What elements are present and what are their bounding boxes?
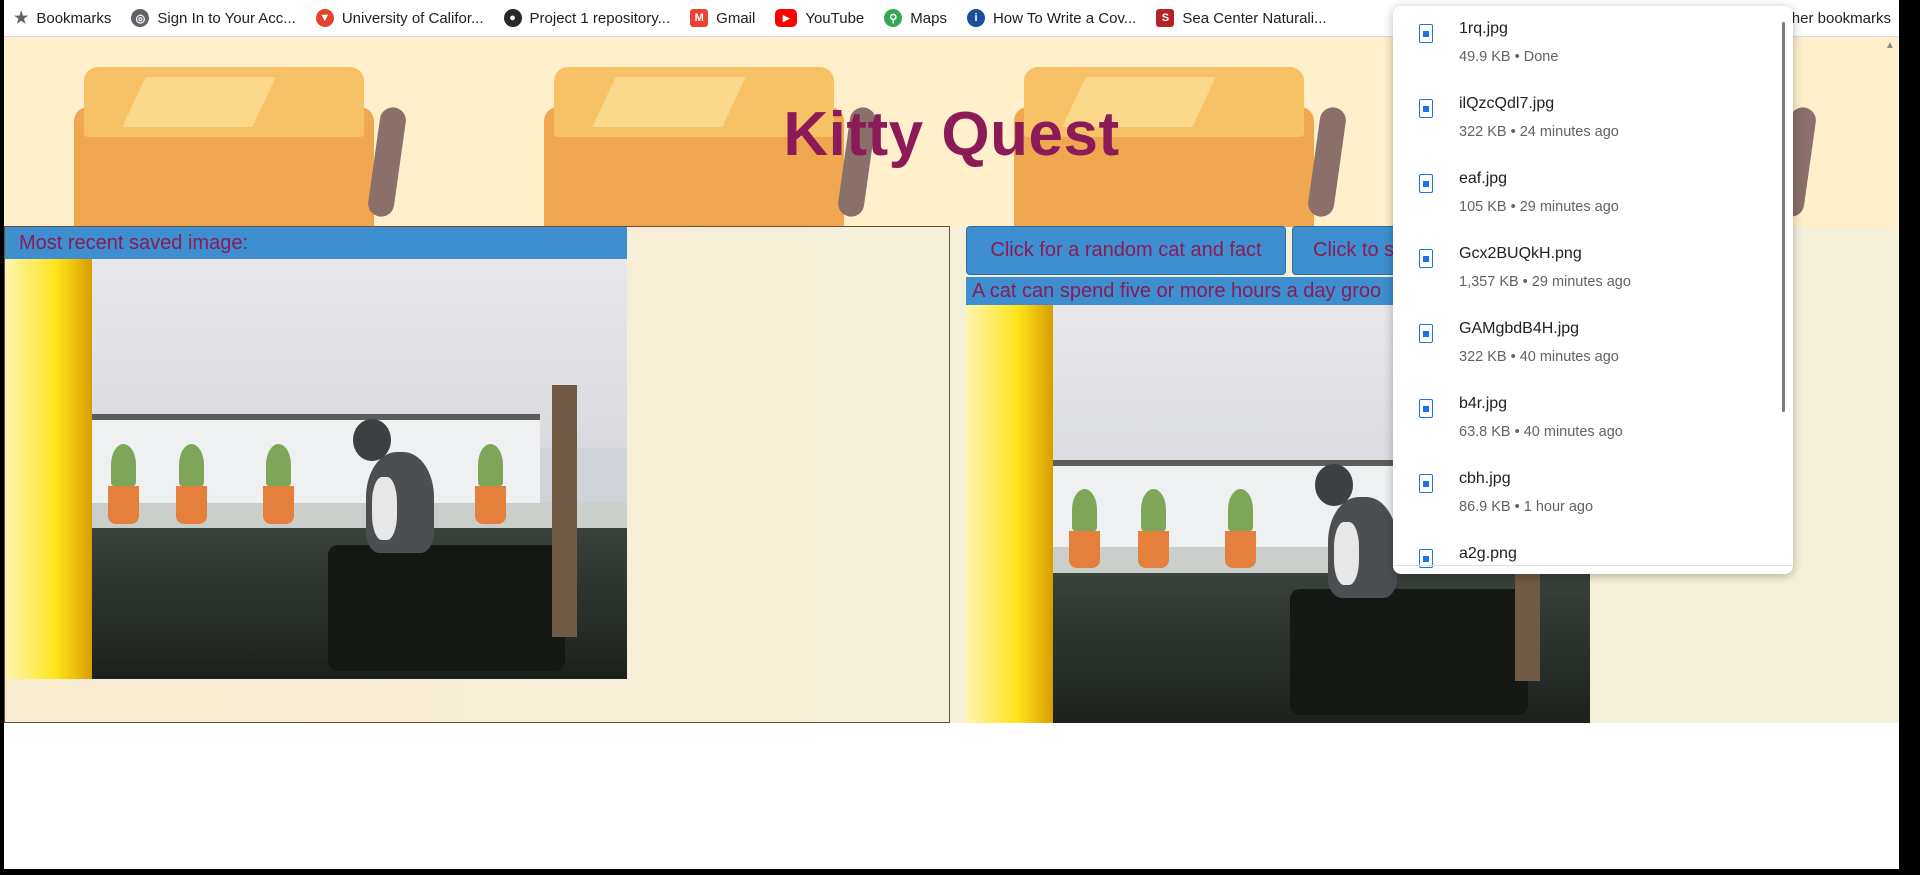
download-filename: 1rq.jpg <box>1459 20 1508 37</box>
gitlab-icon: ▼ <box>315 9 334 27</box>
image-file-icon <box>1419 474 1433 493</box>
download-meta: 322 KB • 24 minutes ago <box>1459 124 1619 140</box>
github-icon: ● <box>503 9 522 27</box>
sea-center-icon: S <box>1156 9 1175 27</box>
maps-pin-icon: ⚲ <box>884 9 903 27</box>
other-bookmarks[interactable]: Other bookmarks <box>1776 0 1891 36</box>
bookmark-label: Project 1 repository... <box>529 9 671 27</box>
bookmark-youtube[interactable]: ▶ YouTube <box>765 9 874 27</box>
downloads-scrollbar[interactable] <box>1782 22 1785 412</box>
bookmark-github[interactable]: ● Project 1 repository... <box>494 9 681 27</box>
random-cat-button[interactable]: Click for a random cat and fact <box>966 226 1286 275</box>
download-filename: ilQzcQdl7.jpg <box>1459 95 1555 112</box>
bookmark-label: Gmail <box>716 9 756 27</box>
bookmark-label: Maps <box>910 9 947 27</box>
info-icon: i <box>966 9 985 27</box>
bookmark-sea-center[interactable]: S Sea Center Naturali... <box>1146 9 1336 27</box>
bookmark-label: Sign In to Your Acc... <box>157 9 296 27</box>
downloads-dropdown: 1rq.jpg 49.9 KB • Done ilQzcQdl7.jpg 322… <box>1393 6 1793 574</box>
bookmark-gitlab[interactable]: ▼ University of Califor... <box>306 9 494 27</box>
download-meta: 49.9 KB • Done <box>1459 49 1559 65</box>
gmail-icon: M <box>690 9 709 27</box>
bookmark-bookmarks[interactable]: ★ Bookmarks <box>4 9 121 28</box>
image-file-icon <box>1419 99 1433 118</box>
youtube-icon: ▶ <box>775 9 798 27</box>
download-item[interactable]: GAMgbdB4H.jpg 322 KB • 40 minutes ago <box>1393 314 1773 389</box>
download-filename: b4r.jpg <box>1459 395 1508 412</box>
download-meta: 322 KB • 40 minutes ago <box>1459 349 1619 365</box>
bookmark-gmail[interactable]: M Gmail <box>680 9 765 27</box>
image-file-icon <box>1419 174 1433 193</box>
bookmark-label: Sea Center Naturali... <box>1182 9 1327 27</box>
download-meta: 63.8 KB • 40 minutes ago <box>1459 424 1623 440</box>
download-item[interactable]: Gcx2BUQkH.png 1,357 KB • 29 minutes ago <box>1393 239 1773 314</box>
download-item[interactable]: eaf.jpg 105 KB • 29 minutes ago <box>1393 164 1773 239</box>
saved-cat-image <box>5 259 627 679</box>
bookmark-label: How To Write a Cov... <box>992 9 1137 27</box>
image-file-icon <box>1419 249 1433 268</box>
bookmark-label: Bookmarks <box>36 9 112 27</box>
bookmark-cover-letter[interactable]: i How To Write a Cov... <box>957 9 1146 27</box>
saved-image-label: Most recent saved image: <box>5 227 627 259</box>
download-item[interactable]: a2g.png <box>1393 539 1773 574</box>
downloads-divider <box>1393 565 1793 566</box>
bookmark-sign-in[interactable]: ◎ Sign In to Your Acc... <box>121 9 305 27</box>
download-filename: Gcx2BUQkH.png <box>1459 245 1582 262</box>
download-filename: a2g.png <box>1459 545 1517 562</box>
bookmark-label: University of Califor... <box>341 9 484 27</box>
download-filename: GAMgbdB4H.jpg <box>1459 320 1580 337</box>
download-filename: eaf.jpg <box>1459 170 1508 187</box>
download-item[interactable]: cbh.jpg 86.9 KB • 1 hour ago <box>1393 464 1773 539</box>
download-item[interactable]: 1rq.jpg 49.9 KB • Done <box>1393 14 1773 89</box>
saved-image-panel: Most recent saved image: <box>4 226 950 723</box>
download-item[interactable]: ilQzcQdl7.jpg 322 KB • 24 minutes ago <box>1393 89 1773 164</box>
other-bookmarks-label: Other bookmarks <box>1775 9 1891 27</box>
page-scroll-up-icon[interactable]: ▲ <box>1885 40 1895 54</box>
download-filename: cbh.jpg <box>1459 470 1511 487</box>
bookmark-label: YouTube <box>805 9 865 27</box>
browser-viewport: ★ Bookmarks ◎ Sign In to Your Acc... ▼ U… <box>4 0 1899 869</box>
image-file-icon <box>1419 24 1433 43</box>
image-file-icon <box>1419 324 1433 343</box>
bookmark-maps[interactable]: ⚲ Maps <box>874 9 957 27</box>
download-meta: 86.9 KB • 1 hour ago <box>1459 499 1594 515</box>
star-icon: ★ <box>14 10 29 27</box>
download-meta: 1,357 KB • 29 minutes ago <box>1459 274 1631 290</box>
download-item[interactable]: b4r.jpg 63.8 KB • 40 minutes ago <box>1393 389 1773 464</box>
globe-icon: ◎ <box>131 9 150 27</box>
image-file-icon <box>1419 399 1433 418</box>
download-meta: 105 KB • 29 minutes ago <box>1459 199 1619 215</box>
